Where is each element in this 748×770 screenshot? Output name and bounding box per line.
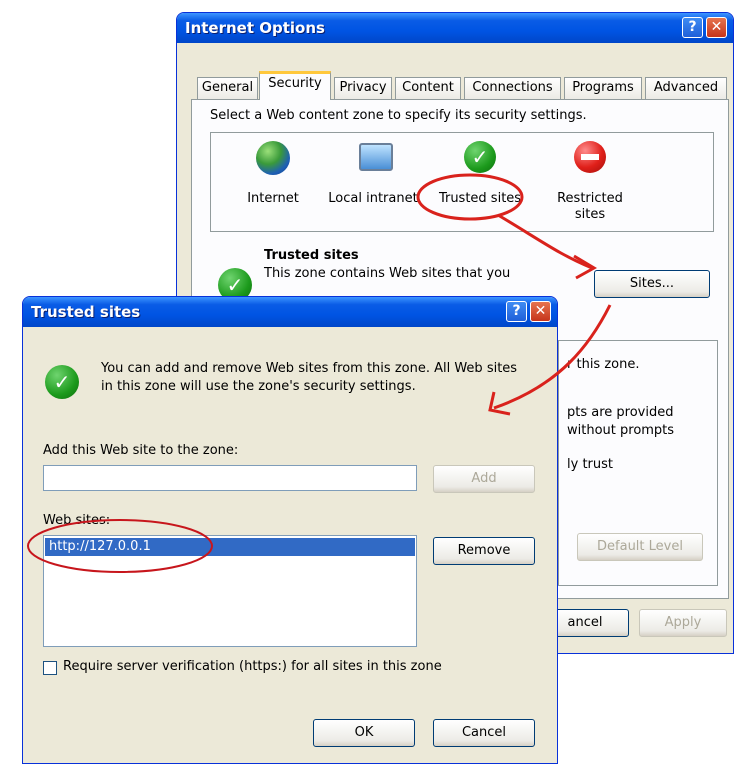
- tab-security[interactable]: Security: [259, 71, 331, 100]
- help-button[interactable]: ?: [682, 17, 703, 38]
- zone-internet[interactable]: Internet: [233, 139, 313, 219]
- trusted-heading: Trusted sites: [264, 248, 359, 263]
- internet-options-titlebar[interactable]: Internet Options ? ✕: [177, 13, 733, 43]
- restricted-icon: [574, 141, 606, 173]
- zone-trusted-sites[interactable]: ✓ Trusted sites: [435, 139, 525, 219]
- trusted-sites-titlebar[interactable]: Trusted sites ? ✕: [23, 297, 557, 327]
- zone-label: Restricted sites: [557, 191, 623, 222]
- websites-label: Web sites:: [43, 513, 111, 528]
- sites-button[interactable]: Sites...: [594, 270, 710, 298]
- checkmark-icon: ✓: [464, 141, 496, 173]
- internet-options-title: Internet Options: [185, 19, 325, 37]
- security-level-group: r this zone. pts are provided without pr…: [558, 340, 718, 586]
- zone-label: Trusted sites: [438, 191, 522, 206]
- default-level-button[interactable]: Default Level: [577, 533, 703, 561]
- require-https-checkbox[interactable]: [43, 661, 57, 675]
- security-level-text: pts are provided: [567, 405, 674, 420]
- tab-programs[interactable]: Programs: [564, 77, 642, 99]
- tab-general[interactable]: General: [197, 77, 258, 99]
- zone-list: Internet Local intranet ✓ Trusted sites …: [210, 132, 714, 232]
- security-level-text: without prompts: [567, 423, 675, 438]
- zone-label: Local intranet: [328, 191, 418, 206]
- cancel-button[interactable]: Cancel: [433, 719, 535, 747]
- apply-button[interactable]: Apply: [639, 609, 727, 637]
- add-site-label: Add this Web site to the zone:: [43, 443, 239, 458]
- trusted-sites-dialog: Trusted sites ? ✕ ✓ You can add and remo…: [22, 296, 558, 764]
- websites-list[interactable]: http://127.0.0.1: [43, 535, 417, 647]
- close-button[interactable]: ✕: [530, 301, 551, 322]
- tab-advanced[interactable]: Advanced: [645, 77, 727, 99]
- intranet-computer-icon: [359, 143, 393, 171]
- tab-connections[interactable]: Connections: [464, 77, 561, 99]
- info-text: in this zone will use the zone's securit…: [101, 379, 416, 394]
- help-button[interactable]: ?: [506, 301, 527, 322]
- trusted-sites-title: Trusted sites: [31, 303, 141, 321]
- add-site-input[interactable]: [43, 465, 417, 491]
- security-level-text: r this zone.: [567, 357, 640, 372]
- require-https-label[interactable]: Require server verification (https:) for…: [63, 659, 442, 674]
- globe-icon: [256, 141, 290, 175]
- ok-button[interactable]: OK: [313, 719, 415, 747]
- remove-button[interactable]: Remove: [433, 537, 535, 565]
- zone-prompt: Select a Web content zone to specify its…: [210, 108, 587, 123]
- security-level-text: ly trust: [567, 457, 613, 472]
- info-text: You can add and remove Web sites from th…: [101, 361, 518, 376]
- list-item[interactable]: http://127.0.0.1: [45, 538, 415, 556]
- zone-label: Internet: [247, 191, 299, 206]
- close-button[interactable]: ✕: [706, 17, 727, 38]
- trusted-info-icon: ✓: [45, 365, 79, 399]
- add-button[interactable]: Add: [433, 465, 535, 493]
- tab-content[interactable]: Content: [395, 77, 461, 99]
- zone-local-intranet[interactable]: Local intranet: [323, 139, 423, 219]
- tab-privacy[interactable]: Privacy: [334, 77, 392, 99]
- zone-restricted-sites[interactable]: Restricted sites: [545, 139, 635, 229]
- trusted-description: This zone contains Web sites that you: [264, 266, 511, 281]
